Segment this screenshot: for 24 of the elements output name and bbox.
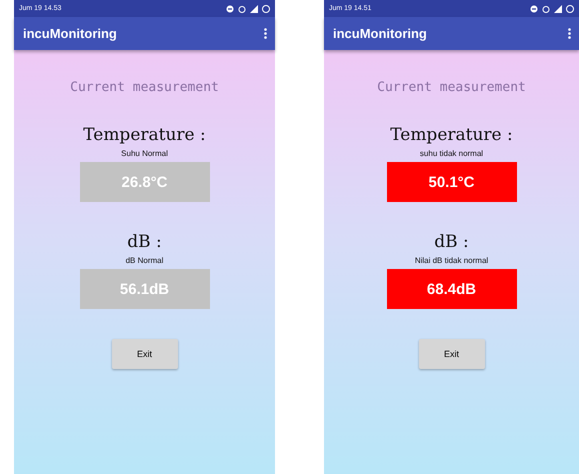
status-text: Suhu Normal bbox=[121, 149, 168, 158]
menu-icon[interactable] bbox=[568, 28, 571, 39]
app-title: incuMonitoring bbox=[23, 26, 117, 41]
reading-value: 50.1°C bbox=[386, 162, 516, 202]
reading-value: 68.4dB bbox=[386, 269, 516, 309]
minus-circle-icon bbox=[530, 4, 538, 12]
reading-value: 26.8°C bbox=[80, 162, 210, 202]
menu-icon[interactable] bbox=[264, 28, 267, 39]
reading-label: Temperature : bbox=[83, 125, 206, 145]
reading-label: dB : bbox=[434, 232, 469, 252]
app-title: incuMonitoring bbox=[333, 26, 427, 41]
reading-value: 56.1dB bbox=[80, 269, 210, 309]
exit-button[interactable]: Exit bbox=[112, 339, 178, 369]
section-heading: Current measurement bbox=[70, 80, 219, 95]
status-text: dB Normal bbox=[126, 256, 164, 265]
signal-icon bbox=[250, 4, 258, 12]
status-text: Nilai dB tidak normal bbox=[414, 256, 488, 265]
minus-circle-icon bbox=[226, 4, 234, 12]
status-text: suhu tidak normal bbox=[420, 149, 484, 158]
reading-label: dB : bbox=[127, 232, 162, 252]
signal-icon bbox=[554, 4, 562, 12]
exit-button[interactable]: Exit bbox=[418, 339, 484, 369]
section-heading: Current measurement bbox=[377, 80, 526, 95]
reading-label: Temperature : bbox=[390, 125, 513, 145]
